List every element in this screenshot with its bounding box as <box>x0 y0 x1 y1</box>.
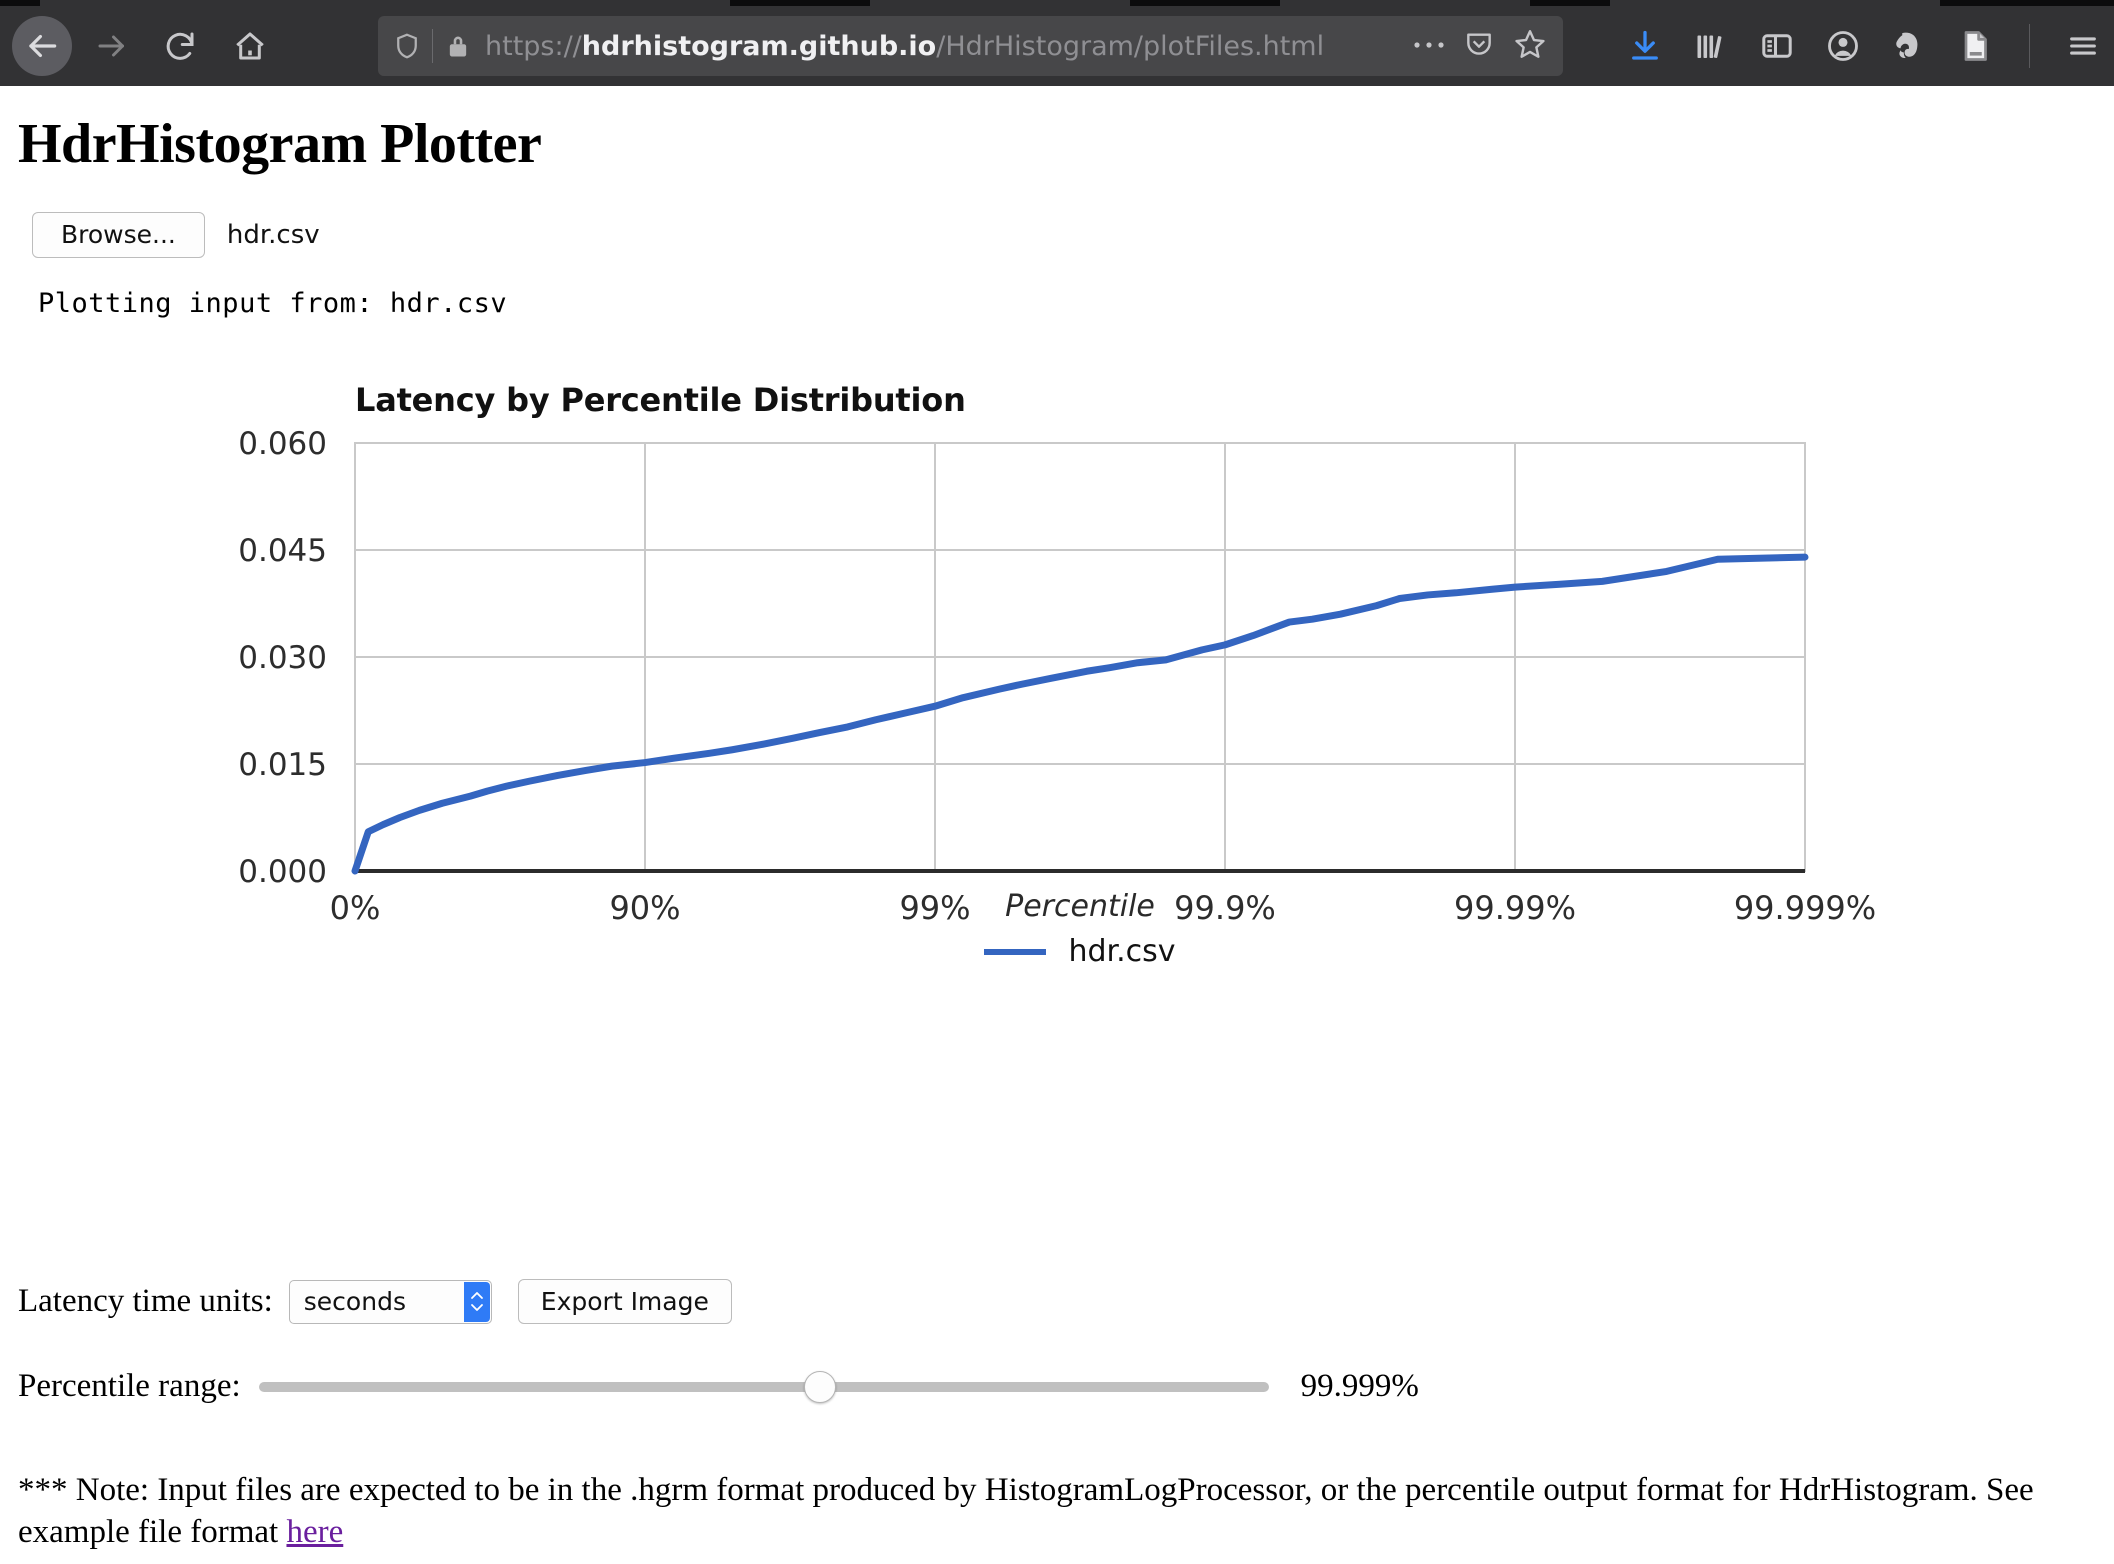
ellipsis-icon[interactable] <box>1413 37 1445 55</box>
slider-thumb[interactable] <box>804 1371 836 1403</box>
chart-legend: hdr.csv <box>355 934 1805 969</box>
selected-file-name: hdr.csv <box>227 220 320 250</box>
format-note: *** Note: Input files are expected to be… <box>0 1405 2114 1553</box>
y-tick-label: 0.030 <box>238 640 327 676</box>
example-format-link[interactable]: here <box>286 1514 343 1550</box>
star-icon[interactable] <box>1513 27 1547 66</box>
select-stepper-icon[interactable] <box>464 1282 490 1322</box>
slider-track[interactable] <box>259 1382 1269 1392</box>
latency-units-select[interactable]: seconds <box>289 1280 492 1324</box>
legend-line-swatch <box>984 949 1046 955</box>
account-icon[interactable] <box>1825 28 1861 64</box>
download-icon[interactable] <box>1627 28 1663 64</box>
back-arrow-icon <box>23 27 61 65</box>
shield-icon[interactable] <box>388 31 426 61</box>
page-title: HdrHistogram Plotter <box>0 86 2114 176</box>
url-host: hdrhistogram.github.io <box>582 31 936 62</box>
percentile-range-label: Percentile range: <box>18 1368 241 1405</box>
pocket-icon[interactable] <box>1463 28 1495 65</box>
chart-container: Latency by Percentile Distribution 0.000… <box>0 381 2114 1261</box>
url-actions <box>1413 27 1553 66</box>
forward-button[interactable] <box>84 18 140 74</box>
units-selected-value: seconds <box>290 1287 406 1316</box>
plot-status-text: Plotting input from: hdr.csv <box>0 258 2114 319</box>
toolbar-divider <box>2029 24 2030 68</box>
y-tick-label: 0.015 <box>238 747 327 783</box>
percentile-range-value: 99.999% <box>1301 1368 1419 1405</box>
percentile-range-slider[interactable] <box>259 1372 1269 1402</box>
page-content: HdrHistogram Plotter Browse... hdr.csv P… <box>0 86 2114 1564</box>
evernote-elephant-icon[interactable] <box>1891 28 1927 64</box>
url-scheme: https:// <box>485 31 582 62</box>
reload-icon <box>162 28 198 64</box>
library-icon[interactable] <box>1693 28 1729 64</box>
browse-button[interactable]: Browse... <box>32 212 205 258</box>
legend-label: hdr.csv <box>1068 934 1175 969</box>
y-tick-label: 0.045 <box>238 533 327 569</box>
percentile-range-row: Percentile range: 99.999% <box>0 1368 2114 1405</box>
document-icon[interactable] <box>1957 28 1993 64</box>
export-image-button[interactable]: Export Image <box>518 1279 732 1324</box>
reload-button[interactable] <box>152 18 208 74</box>
navigation-toolbar: https://hdrhistogram.github.io/HdrHistog… <box>0 6 2114 86</box>
url-path: /HdrHistogram/plotFiles.html <box>936 31 1324 62</box>
lock-icon[interactable] <box>441 32 475 60</box>
address-bar[interactable]: https://hdrhistogram.github.io/HdrHistog… <box>378 16 1563 76</box>
y-tick-label: 0.060 <box>238 426 327 462</box>
url-divider <box>432 29 433 63</box>
sidebar-icon[interactable] <box>1759 28 1795 64</box>
series-line-hdr-csv <box>355 557 1805 871</box>
url-text[interactable]: https://hdrhistogram.github.io/HdrHistog… <box>485 31 1413 62</box>
back-button[interactable] <box>12 16 72 76</box>
browser-toolbar-right <box>1627 24 2114 68</box>
x-axis-label-wrapper: Percentile <box>355 889 1805 924</box>
forward-arrow-icon <box>94 28 130 64</box>
units-label: Latency time units: <box>18 1283 273 1320</box>
units-control-row: Latency time units: seconds Export Image <box>0 1279 2114 1324</box>
home-button[interactable] <box>222 18 278 74</box>
browser-chrome: https://hdrhistogram.github.io/HdrHistog… <box>0 0 2114 86</box>
x-axis-label: Percentile <box>1005 889 1155 924</box>
y-tick-label: 0.000 <box>238 854 327 890</box>
home-icon <box>232 28 268 64</box>
file-input-row: Browse... hdr.csv <box>0 176 2114 258</box>
hamburger-menu-icon[interactable] <box>2066 29 2114 63</box>
